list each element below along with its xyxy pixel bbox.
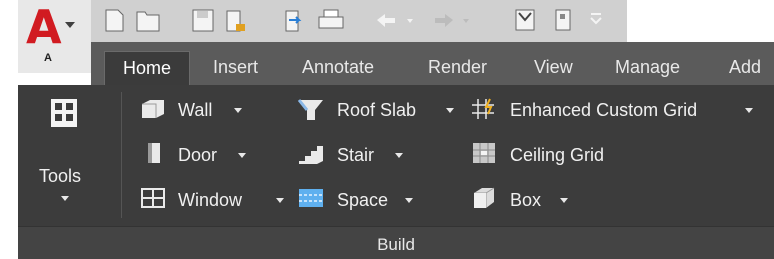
chevron-down-icon xyxy=(395,153,403,158)
ceiling-grid-label: Ceiling Grid xyxy=(510,145,605,165)
tab-insert[interactable]: Insert xyxy=(213,56,258,78)
roof-slab-icon xyxy=(297,99,323,120)
save-as-icon[interactable] xyxy=(226,10,245,32)
markup-icon[interactable] xyxy=(515,9,535,31)
door-button[interactable]: Door xyxy=(140,141,255,167)
wall-button[interactable]: Wall xyxy=(140,97,255,123)
chevron-down-icon xyxy=(276,198,284,203)
tools-button[interactable]: Tools xyxy=(34,93,96,211)
print-icon[interactable] xyxy=(318,9,344,29)
export-icon[interactable] xyxy=(285,10,302,32)
app-logo-icon: A xyxy=(26,0,62,54)
chevron-down-icon xyxy=(446,108,454,113)
tab-home[interactable]: Home xyxy=(104,51,190,85)
enhanced-custom-grid-icon xyxy=(472,98,494,119)
chevron-down-icon xyxy=(405,198,413,203)
enhanced-custom-grid-button[interactable]: Enhanced Custom Grid xyxy=(470,97,760,123)
door-icon xyxy=(148,143,160,163)
tab-manage[interactable]: Manage xyxy=(615,56,680,78)
wall-icon xyxy=(142,100,164,118)
chevron-down-icon xyxy=(61,196,69,201)
box-icon xyxy=(474,187,495,208)
space-label: Space xyxy=(337,190,389,210)
chevron-down-icon xyxy=(745,108,753,113)
chevron-down-icon xyxy=(560,198,568,203)
stair-button[interactable]: Stair xyxy=(297,141,417,167)
tab-add[interactable]: Add xyxy=(729,56,761,78)
stair-icon xyxy=(299,146,323,164)
window-icon xyxy=(141,188,165,208)
ceiling-grid-icon xyxy=(473,143,495,163)
tab-view[interactable]: View xyxy=(534,56,573,78)
panel-footer[interactable]: Build xyxy=(18,226,774,259)
space-button[interactable]: Space xyxy=(297,186,422,212)
customize-toolbar-icon[interactable] xyxy=(590,13,602,25)
quick-access-toolbar xyxy=(90,0,627,42)
tab-render[interactable]: Render xyxy=(428,56,487,78)
ceiling-grid-button[interactable]: Ceiling Grid xyxy=(470,141,630,167)
stair-label: Stair xyxy=(337,145,375,165)
chevron-down-icon xyxy=(238,153,246,158)
enhanced-custom-grid-label: Enhanced Custom Grid xyxy=(510,100,698,120)
roof-slab-button[interactable]: Roof Slab xyxy=(297,97,465,123)
new-file-icon[interactable] xyxy=(105,9,124,32)
window-button[interactable]: Window xyxy=(140,186,290,212)
chevron-down-icon xyxy=(234,108,242,113)
tools-label: Tools xyxy=(39,166,82,186)
undo-icon[interactable] xyxy=(377,14,395,27)
undo-dropdown-icon[interactable] xyxy=(407,19,413,23)
redo-dropdown-icon[interactable] xyxy=(463,19,469,23)
app-sub-label: A xyxy=(44,52,52,64)
open-folder-icon[interactable] xyxy=(136,11,160,32)
box-label: Box xyxy=(510,190,542,210)
application-menu-button[interactable]: A A xyxy=(18,0,91,73)
panel-title: Build xyxy=(377,235,415,254)
door-label: Door xyxy=(178,145,218,165)
window-label: Window xyxy=(178,190,243,210)
box-button[interactable]: Box xyxy=(470,186,580,212)
roof-slab-label: Roof Slab xyxy=(337,100,417,120)
save-icon[interactable] xyxy=(192,9,214,32)
redo-icon[interactable] xyxy=(435,14,453,27)
tools-grid-icon xyxy=(51,99,77,127)
workspace-icon[interactable] xyxy=(555,9,571,31)
space-icon xyxy=(299,189,323,207)
tab-annotate[interactable]: Annotate xyxy=(302,56,374,78)
wall-label: Wall xyxy=(178,100,213,120)
chevron-down-icon xyxy=(65,22,75,28)
panel-separator xyxy=(121,92,122,218)
